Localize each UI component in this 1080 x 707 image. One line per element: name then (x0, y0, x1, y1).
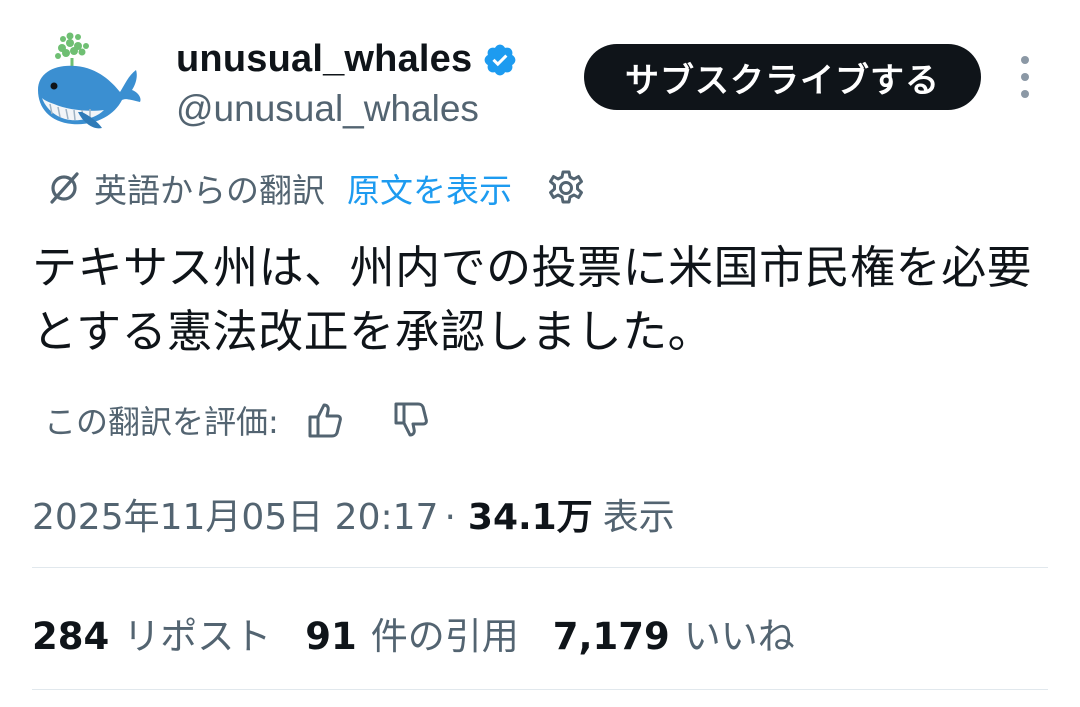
divider (32, 689, 1048, 690)
reposts-count: 284 (32, 615, 110, 658)
engagement-stats: 284 リポスト 91 件の引用 7,179 いいね (32, 606, 829, 660)
subscribe-button[interactable]: サブスクライブする (584, 44, 981, 110)
tweet-body: テキサス州は、州内での投票に米国市民権を必要とする憲法改正を承認しました。 (32, 241, 1033, 358)
tweet-timestamp[interactable]: 2025年11月05日 20:17 (32, 488, 438, 540)
author-display-name[interactable]: unusual_whales (176, 38, 472, 81)
translation-label: 英語からの翻訳 (94, 171, 325, 210)
views-label: 表示 (602, 497, 675, 538)
likes-count: 7,179 (552, 615, 670, 658)
show-original-link[interactable]: 原文を表示 (347, 164, 512, 212)
translation-bar: 英語からの翻訳 原文を表示 (44, 166, 586, 210)
reposts-stat[interactable]: 284 リポスト (32, 606, 271, 660)
tweet-meta: 2025年11月05日 20:17 · 34.1万 表示 (32, 488, 675, 540)
rating-label: この翻訳を評価: (44, 403, 279, 441)
meta-separator: · (444, 497, 456, 538)
verified-badge-icon[interactable] (482, 42, 518, 78)
translation-rating: この翻訳を評価: (44, 396, 433, 444)
likes-label: いいね (683, 615, 795, 658)
thumbs-up-icon[interactable] (305, 399, 347, 441)
author-name-row: unusual_whales (176, 38, 518, 81)
author-handle[interactable]: @unusual_whales (176, 88, 479, 130)
quotes-stat[interactable]: 91 件の引用 (305, 606, 519, 660)
whale-icon[interactable] (28, 28, 146, 146)
more-options-icon[interactable] (1010, 56, 1040, 98)
tweet-header: unusual_whales @unusual_whales サブスクライブする (0, 0, 1080, 150)
quotes-count: 91 (305, 615, 357, 658)
quotes-label: 件の引用 (370, 615, 519, 658)
translate-icon (50, 172, 79, 204)
gear-icon[interactable] (546, 168, 586, 208)
thumbs-down-icon[interactable] (391, 399, 433, 441)
views-count: 34.1万 (467, 497, 593, 538)
reposts-label: リポスト (123, 615, 272, 658)
likes-stat[interactable]: 7,179 いいね (553, 606, 795, 660)
divider (32, 567, 1048, 568)
